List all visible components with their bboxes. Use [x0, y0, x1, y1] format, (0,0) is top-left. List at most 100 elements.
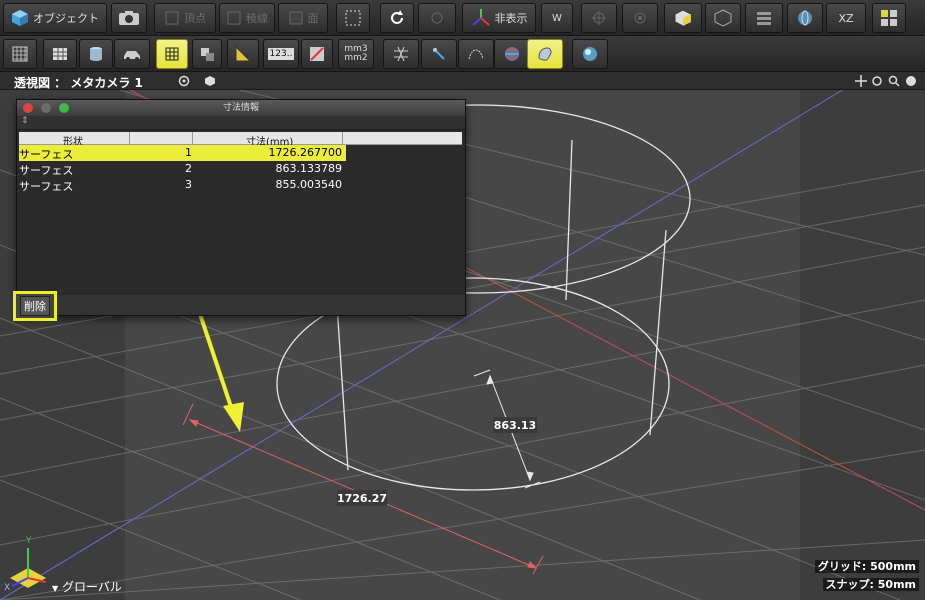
camera-button[interactable] — [111, 3, 147, 33]
row-index: 2 — [185, 162, 192, 175]
row-dimension: 1726.267700 — [268, 146, 342, 159]
dimension-icon — [310, 47, 324, 61]
target-button-2[interactable] — [622, 3, 658, 33]
row-shape: サーフェス — [19, 148, 74, 161]
minimize-icon[interactable] — [41, 103, 51, 113]
zoom-window-icon[interactable] — [59, 103, 69, 113]
row-shape: サーフェス — [19, 180, 74, 193]
area-volume-button[interactable]: mm3 mm2 — [338, 39, 374, 69]
edge-label: 稜線 — [246, 12, 268, 25]
cylinder-button[interactable] — [79, 39, 113, 69]
window-layout-button[interactable] — [872, 3, 906, 33]
hide-button[interactable]: 非表示 — [462, 3, 536, 33]
dialog-title: 寸法情報 — [222, 103, 259, 113]
globe-icon — [798, 10, 812, 26]
grid-info: グリッド: 500mm スナップ: 50mm — [814, 558, 919, 594]
car-button[interactable] — [114, 39, 150, 69]
car-icon — [124, 51, 140, 61]
target-icon — [634, 12, 646, 24]
globe-button[interactable] — [787, 3, 823, 33]
object-mode-button[interactable]: オブジェクト — [3, 3, 107, 33]
dialog-footer — [17, 295, 465, 315]
world-axis-button[interactable]: W — [541, 3, 573, 33]
delete-button[interactable]: 削除 — [13, 291, 57, 321]
freeform-surface-button[interactable] — [527, 39, 563, 69]
face-mode-button[interactable]: 面 — [278, 3, 328, 33]
chevron-down-icon: ▼ — [52, 584, 59, 593]
row-index: 3 — [185, 178, 192, 191]
viewport-header: 透視図 ： メタカメラ 1 — [0, 72, 925, 90]
world-axis-label: W — [552, 12, 562, 24]
face-icon — [289, 11, 302, 25]
transform-button[interactable] — [418, 3, 456, 33]
selection-rect-button[interactable] — [336, 3, 370, 33]
numeric-label: 123.. — [267, 48, 295, 60]
orbit-icon[interactable] — [871, 75, 883, 87]
axis-x-label: X — [4, 583, 10, 593]
grid-button[interactable] — [3, 39, 37, 69]
edge-mode-button[interactable]: 稜線 — [219, 3, 275, 33]
radius-dimension-label: 863.13 — [494, 419, 536, 432]
row-index: 1 — [185, 146, 192, 159]
zoom-icon[interactable] — [888, 75, 900, 87]
cube-icon — [12, 10, 28, 26]
collapse-toggle-icon[interactable]: ⇕ — [21, 116, 29, 126]
row-dimension: 863.133789 — [275, 162, 342, 175]
layers-icon — [757, 12, 771, 25]
grid-icon — [12, 46, 28, 62]
intersect-button[interactable] — [383, 39, 419, 69]
close-icon[interactable] — [23, 103, 33, 113]
table-row[interactable]: サーフェス 3 855.003540 — [19, 177, 346, 193]
coordinate-mode-dropdown[interactable]: ▼ グローバル — [52, 578, 122, 595]
cube-shading-icon[interactable] — [204, 75, 216, 87]
dimension-info-dialog: 寸法情報 ⇕ 形状 寸法(mm) サーフェス 1 1726.267700 サーフ… — [16, 99, 466, 316]
shading-ball-icon[interactable] — [905, 75, 917, 87]
dimension-table: 形状 寸法(mm) サーフェス 1 1726.267700 サーフェス 2 86… — [19, 132, 462, 193]
layers-button[interactable] — [745, 3, 783, 33]
dialog-title-bar[interactable]: 寸法情報 — [17, 100, 465, 116]
measure-button[interactable] — [227, 39, 259, 69]
mesh-select-button[interactable] — [156, 39, 188, 69]
render-sphere-button[interactable] — [572, 39, 608, 69]
object-mode-label: オブジェクト — [33, 12, 99, 25]
hide-label: 非表示 — [494, 12, 528, 25]
freeform-surface-icon — [538, 47, 552, 61]
transform-icon — [431, 12, 443, 24]
vertex-mode-button[interactable]: 頂点 — [154, 3, 216, 33]
table-row[interactable]: サーフェス 2 863.133789 — [19, 161, 346, 177]
sphere-section-button[interactable] — [494, 39, 530, 69]
delete-button-label: 削除 — [20, 296, 50, 316]
boxes-icon — [201, 48, 214, 61]
target-icon[interactable] — [178, 75, 190, 87]
boxes-button[interactable] — [192, 39, 222, 69]
pan-icon[interactable] — [855, 75, 867, 87]
table-button[interactable] — [43, 39, 77, 69]
camera-icon — [119, 11, 139, 25]
curve-icon — [468, 49, 484, 60]
target-button-1[interactable] — [581, 3, 617, 33]
sphere-section-icon — [505, 47, 519, 61]
selection-rect-icon — [345, 10, 361, 26]
point-arrow-icon — [433, 48, 445, 60]
row-shape: サーフェス — [19, 164, 74, 177]
dialog-collapse-bar[interactable]: ⇕ — [17, 116, 465, 130]
xz-plane-button[interactable]: XZ — [826, 3, 866, 33]
viewport-title[interactable]: 透視図 ： メタカメラ 1 — [14, 74, 143, 91]
point-button[interactable] — [421, 39, 457, 69]
render-sphere-icon — [583, 47, 597, 61]
rotate-button[interactable] — [380, 3, 414, 33]
window-layout-icon — [881, 10, 897, 26]
axis-y-label: Y — [25, 536, 32, 546]
dimension-button[interactable] — [301, 39, 333, 69]
curve-button[interactable] — [458, 39, 494, 69]
coordinate-mode-label: グローバル — [61, 580, 122, 594]
vertex-label: 頂点 — [184, 12, 206, 25]
cube-view-button[interactable] — [664, 3, 702, 33]
face-label: 面 — [307, 12, 319, 25]
numeric-button[interactable]: 123.. — [263, 39, 299, 69]
rotate-icon — [391, 10, 403, 24]
mesh-grid-icon — [165, 47, 179, 61]
edge-icon — [227, 11, 241, 25]
table-row[interactable]: サーフェス 1 1726.267700 — [19, 145, 346, 161]
wire-cube-button[interactable] — [705, 3, 741, 33]
